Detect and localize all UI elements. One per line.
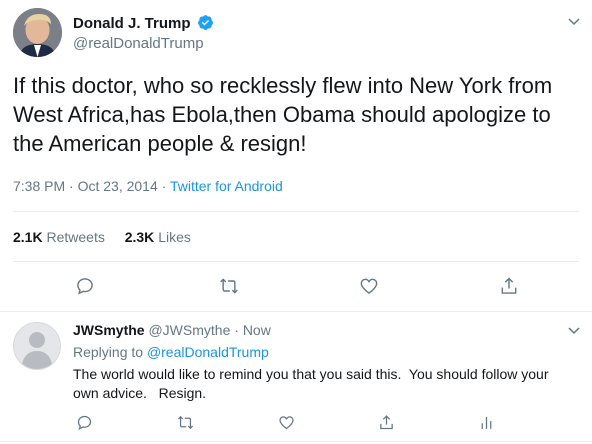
- retweets-label: Retweets: [46, 229, 105, 245]
- divider: [0, 441, 592, 442]
- reply-time[interactable]: Now: [243, 322, 271, 338]
- replying-label: Replying to: [73, 344, 144, 360]
- reply-share-button[interactable]: [375, 411, 397, 433]
- author-avatar[interactable]: [13, 8, 62, 57]
- author-name[interactable]: Donald J. Trump: [73, 14, 214, 32]
- reply-separator: ·: [230, 322, 243, 338]
- likes-stat[interactable]: 2.3K Likes: [125, 229, 191, 245]
- reply-analytics-button[interactable]: [475, 411, 497, 433]
- verified-badge-icon: [197, 15, 213, 30]
- analytics-icon: [481, 416, 491, 429]
- divider: [13, 261, 579, 262]
- author-handle[interactable]: @realDonaldTrump: [73, 35, 204, 52]
- replying-mention[interactable]: @realDonaldTrump: [147, 344, 269, 360]
- meta-separator: ·: [157, 178, 170, 194]
- divider: [0, 311, 592, 312]
- tweet-text: If this doctor, who so recklessly flew i…: [13, 73, 553, 156]
- divider: [13, 211, 579, 212]
- reply-retweet-button[interactable]: [174, 411, 196, 433]
- retweets-stat[interactable]: 2.1K Retweets: [13, 229, 105, 245]
- retweet-icon: [177, 415, 193, 429]
- like-icon: [360, 278, 378, 294]
- tweet-time[interactable]: 7:38 PM · Oct 23, 2014: [13, 178, 158, 194]
- tweet-meta: 7:38 PM · Oct 23, 2014 · Twitter for And…: [13, 178, 283, 194]
- chevron-down-icon[interactable]: [566, 13, 582, 29]
- reply-icon: [77, 278, 93, 295]
- reply-author-handle[interactable]: @JWSmythe: [148, 322, 230, 338]
- retweets-count: 2.1K: [13, 229, 43, 245]
- tweet-stats: 2.1K Retweets 2.3K Likes: [13, 229, 207, 245]
- tweet-source[interactable]: Twitter for Android: [170, 178, 283, 194]
- reply-icon: [77, 415, 91, 430]
- reply-author-name[interactable]: JWSmythe: [73, 322, 145, 338]
- reply-header: JWSmythe @JWSmythe · Now: [73, 322, 271, 338]
- reply-chevron-down-icon[interactable]: [566, 322, 582, 338]
- retweet-icon: [220, 278, 238, 294]
- like-icon: [278, 415, 294, 429]
- reply-like-button[interactable]: [275, 411, 297, 433]
- reply-author-avatar[interactable]: [13, 322, 61, 370]
- share-icon: [501, 277, 517, 294]
- share-icon: [379, 414, 393, 429]
- reply-reply-button[interactable]: [73, 411, 95, 433]
- likes-label: Likes: [158, 229, 191, 245]
- like-button[interactable]: [358, 275, 380, 297]
- reply-button[interactable]: [74, 275, 96, 297]
- share-button[interactable]: [498, 275, 520, 297]
- retweet-button[interactable]: [218, 275, 240, 297]
- author-name-text[interactable]: Donald J. Trump: [73, 15, 191, 32]
- replying-to: Replying to @realDonaldTrump: [73, 344, 269, 360]
- likes-count: 2.3K: [124, 229, 155, 245]
- reply-text: The world would like to remind you that …: [73, 366, 553, 401]
